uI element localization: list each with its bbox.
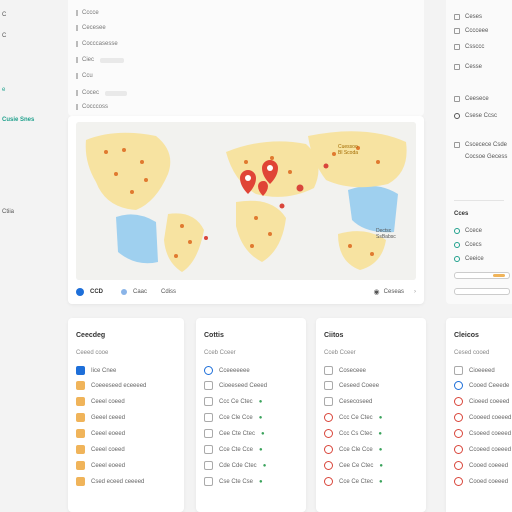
layer-icon[interactable] — [121, 289, 127, 295]
list-item[interactable]: Ccc Ce Ctec ● — [204, 397, 262, 406]
list-item[interactable]: Ceseed Coeee — [324, 381, 379, 390]
column-title: Ciitos — [324, 332, 344, 339]
list-item[interactable]: Cocccoss — [76, 102, 108, 112]
top-list-panel: Cccce Cecesee Cocccasesse Ciec Ccu Cocec… — [68, 0, 424, 116]
map-footer-d[interactable]: Ceseas — [384, 289, 404, 295]
list-item[interactable]: Cesecoseed — [324, 397, 372, 406]
list-item[interactable]: Ceeel eoeed — [76, 461, 125, 470]
list-item[interactable]: Cce Cle Cce ● — [324, 445, 382, 454]
map-right-label: Dectsc SsBabsc — [376, 228, 396, 240]
list-item[interactable]: Cioeeseed Ceeed — [204, 381, 267, 390]
column-title: Cottis — [204, 332, 224, 339]
right-option[interactable]: Cocsoe Gecess — [454, 154, 507, 160]
right-item[interactable]: Ceesece — [454, 96, 489, 102]
list-item[interactable]: Cce Cle Cce ● — [204, 413, 262, 422]
chevron-right-icon[interactable]: › — [414, 289, 416, 295]
map-card: Cuessoo Bl Scoda Dectsc SsBabsc CCD Caac… — [68, 116, 424, 304]
right-item[interactable]: Cssccc — [454, 44, 484, 50]
list-item[interactable]: Ceeel eoeed — [76, 429, 125, 438]
list-item[interactable]: Cooed coeeed — [454, 477, 508, 486]
list-item[interactable]: Cioeeeed — [454, 366, 495, 375]
right-item[interactable]: Cesse — [454, 64, 482, 70]
radio-option[interactable]: Ceeice — [454, 256, 484, 262]
left-fragment-5: Ctiia — [2, 209, 15, 215]
left-fragment-4: Cusie Snes — [2, 117, 35, 123]
right-option[interactable]: Cscecece Csde — [454, 142, 507, 148]
column-subtitle: Cesed cooed — [454, 350, 490, 356]
column-title: Cleicos — [454, 332, 479, 339]
list-item[interactable]: Ccu — [76, 71, 93, 81]
list-item[interactable]: Coeeeseed eceeeed — [76, 381, 146, 390]
column-title: Ceecdeg — [76, 332, 106, 339]
right-section-title: Cces — [454, 211, 469, 217]
map-footer: CCD Caac Cdiss ◉ Ceseas › — [76, 284, 416, 300]
column-subtitle: Cceb Cceer — [324, 350, 356, 356]
list-item[interactable]: Geeel ceeed — [76, 413, 125, 422]
map-footer-code: CCD — [90, 289, 103, 295]
list-item[interactable]: Cee Cte Ctec ● — [204, 429, 265, 438]
column-card: Cottis Cceb Cceer Cceeeeeee Cioeeseed Ce… — [196, 318, 306, 512]
radio-option[interactable]: Ccece — [454, 228, 482, 234]
list-item[interactable]: Cccce — [76, 8, 99, 18]
list-item[interactable]: Cioeed coeeed — [454, 397, 509, 406]
radio-option[interactable]: Ccecs — [454, 242, 482, 248]
right-panel: Ceses Cccceee Cssccc Cesse Ceesece Csese… — [446, 0, 512, 304]
right-item[interactable]: Cccceee — [454, 28, 488, 34]
list-item[interactable]: Cde Cde Ctec ● — [204, 461, 266, 470]
list-item[interactable]: Ccc Cs Ctec ● — [324, 429, 382, 438]
map-footer-b[interactable]: Caac — [133, 289, 147, 295]
list-item[interactable]: Ciec — [76, 55, 125, 65]
list-item[interactable]: Coseceee — [324, 366, 366, 375]
list-item[interactable]: Cecesee — [76, 23, 106, 33]
globe-icon[interactable]: ◉ — [374, 288, 380, 296]
map-footer-c[interactable]: Cdiss — [161, 289, 176, 295]
column-subtitle: Ceeed cooe — [76, 350, 109, 356]
list-item[interactable]: Cocec — [76, 88, 128, 98]
list-item[interactable]: Ccc Ce Ctec ● — [324, 413, 382, 422]
list-item[interactable]: Cooed Ceeede — [454, 381, 509, 390]
list-item[interactable]: Cooeed coeeed — [454, 413, 511, 422]
slider-track[interactable] — [454, 288, 510, 295]
list-item[interactable]: Cce Cte Cce ● — [204, 445, 263, 454]
list-item[interactable]: Cocccasesse — [76, 39, 118, 49]
right-item[interactable]: Ceses — [454, 14, 482, 20]
list-item[interactable]: Csoeed coeeed — [454, 429, 511, 438]
left-fragment-2: C — [2, 33, 7, 39]
list-item[interactable]: Cooed coeeed — [454, 461, 508, 470]
location-icon[interactable] — [76, 288, 84, 296]
slider-track[interactable] — [454, 272, 510, 279]
list-item[interactable]: Iice Cnee — [76, 366, 116, 375]
list-item[interactable]: Cceeeeeee — [204, 366, 250, 375]
list-item[interactable]: Ceeel coeed — [76, 445, 125, 454]
list-item[interactable]: Cse Cte Cse ● — [204, 477, 263, 486]
list-item[interactable]: Cce Ce Ctec ● — [324, 477, 383, 486]
left-fragment-3: e — [2, 87, 6, 93]
world-map[interactable]: Cuessoo Bl Scoda Dectsc SsBabsc — [76, 122, 416, 280]
column-card: Ceecdeg Ceeed cooe Iice Cnee Coeeeseed e… — [68, 318, 184, 512]
list-item[interactable]: Cee Ce Ctec ● — [324, 461, 383, 470]
map-region-label: Cuessoo Bl Scoda — [338, 144, 359, 156]
left-fragment-1: C — [2, 12, 7, 18]
column-card: Ciitos Cceb Cceer Coseceee Ceseed Coeee … — [316, 318, 426, 512]
world-map-svg — [76, 122, 416, 280]
right-option[interactable]: Csese Ccsc — [454, 113, 497, 119]
list-item[interactable]: Ccoeed coeeed — [454, 445, 511, 454]
list-item[interactable]: Ceeel coeed — [76, 397, 125, 406]
column-subtitle: Cceb Cceer — [204, 350, 236, 356]
list-item[interactable]: Csed eceed ceeeed — [76, 477, 144, 486]
column-card: Cleicos Cesed cooed Cioeeeed Cooed Ceeed… — [446, 318, 512, 512]
